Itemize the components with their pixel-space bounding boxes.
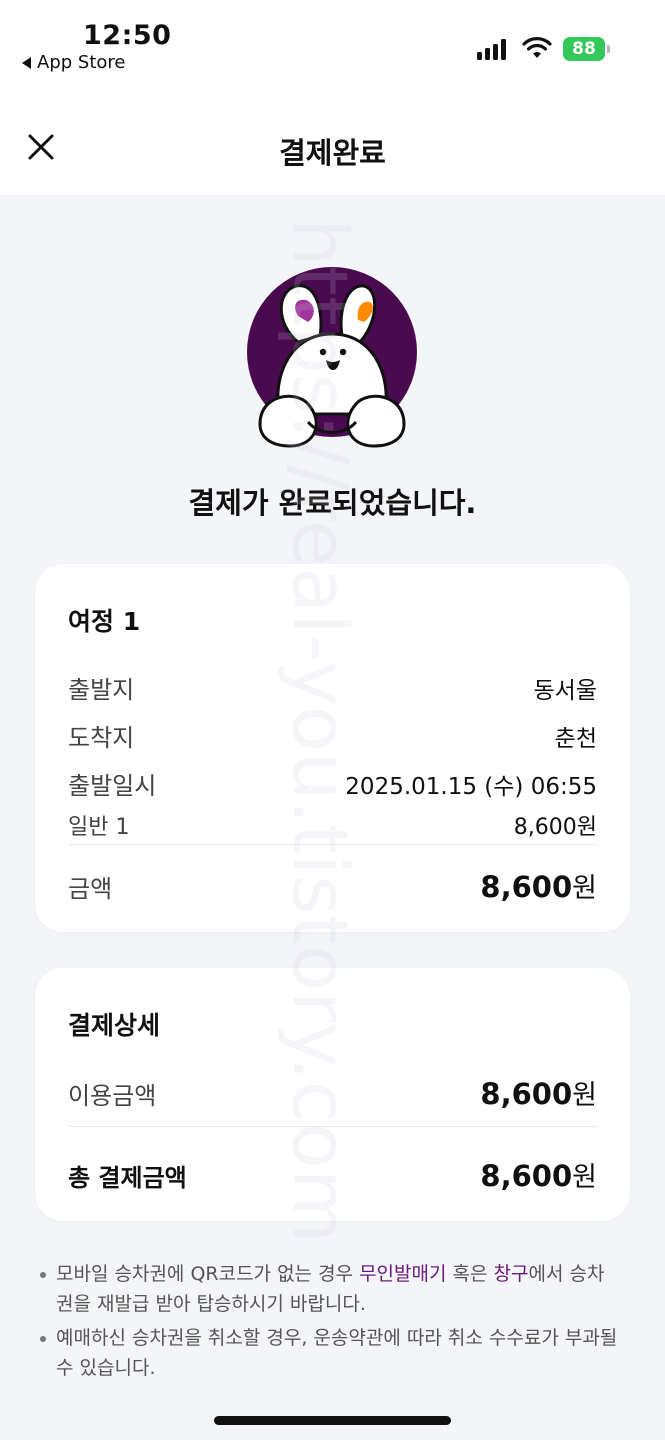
- home-indicator[interactable]: [214, 1416, 451, 1425]
- total-amount-label: 총 결제금액: [68, 1164, 187, 1192]
- fare-type-value: 8,600원: [513, 815, 597, 840]
- back-to-app-link[interactable]: App Store: [22, 52, 125, 73]
- payment-complete-message: 결제가 완료되었습니다.: [188, 486, 477, 520]
- notice-item: 모바일 승차권에 QR코드가 없는 경우 무인발매기 혹은 창구에서 승차권을 …: [40, 1259, 620, 1319]
- amount-value: 8,600원: [480, 870, 597, 904]
- row-amount: 금액 8,600원: [68, 866, 597, 905]
- status-bar: 12:50 App Store 88: [0, 0, 665, 100]
- bullet-icon: [40, 1272, 46, 1278]
- departure-time-value: 2025.01.15 (수) 06:55: [345, 774, 597, 800]
- usage-amount-label: 이용금액: [68, 1082, 157, 1110]
- row-usage-amount: 이용금액 8,600원: [68, 1073, 597, 1112]
- payment-detail-card: 결제상세 이용금액 8,600원 총 결제금액 8,600원: [35, 968, 630, 1221]
- rabbit-mascot-icon: [247, 267, 417, 448]
- divider: [68, 1126, 597, 1127]
- departure-time-label: 출발일시: [68, 772, 157, 800]
- notice-text: 모바일 승차권에 QR코드가 없는 경우 무인발매기 혹은 창구에서 승차권을 …: [56, 1263, 605, 1315]
- row-departure: 출발지 동서울: [68, 670, 597, 705]
- battery-icon: 88: [563, 37, 605, 61]
- row-total-amount: 총 결제금액 8,600원: [68, 1155, 597, 1194]
- kiosk-link: 무인발매기: [359, 1263, 447, 1285]
- back-triangle-icon: [22, 56, 31, 69]
- journey-card: 여정 1 출발지 동서울 도착지 춘천 출발일시 2025.01.15 (수) …: [35, 564, 630, 932]
- usage-amount-value: 8,600원: [480, 1077, 597, 1111]
- notice-text: 예매하신 승차권을 취소할 경우, 운송약관에 따라 취소 수수료가 부과될 수…: [56, 1327, 618, 1379]
- arrival-label: 도착지: [68, 724, 135, 752]
- page-title: 결제완료: [279, 136, 386, 170]
- cellular-signal-icon: [477, 38, 506, 60]
- total-amount-value: 8,600원: [480, 1159, 597, 1193]
- notice-list: 모바일 승차권에 QR코드가 없는 경우 무인발매기 혹은 창구에서 승차권을 …: [40, 1259, 620, 1387]
- bullet-icon: [40, 1336, 46, 1342]
- fare-type-label: 일반 1: [68, 815, 130, 840]
- nav-bar: 결제완료: [0, 100, 665, 195]
- back-app-label: App Store: [37, 52, 126, 73]
- departure-value: 동서울: [533, 678, 597, 704]
- arrival-value: 춘천: [554, 726, 597, 752]
- amount-label: 금액: [68, 875, 113, 903]
- departure-label: 출발지: [68, 676, 135, 704]
- battery-cap: [607, 45, 610, 53]
- journey-title: 여정 1: [68, 607, 141, 636]
- counter-link: 창구: [493, 1263, 529, 1285]
- wifi-icon: [522, 37, 552, 58]
- row-departure-time: 출발일시 2025.01.15 (수) 06:55: [68, 766, 597, 801]
- row-arrival: 도착지 춘천: [68, 718, 597, 753]
- row-fare-type: 일반 1 8,600원: [68, 809, 597, 841]
- payment-detail-title: 결제상세: [68, 1011, 161, 1040]
- divider: [68, 844, 597, 845]
- notice-item: 예매하신 승차권을 취소할 경우, 운송약관에 따라 취소 수수료가 부과될 수…: [40, 1323, 620, 1383]
- battery-level: 88: [572, 39, 596, 59]
- status-time: 12:50: [83, 20, 172, 51]
